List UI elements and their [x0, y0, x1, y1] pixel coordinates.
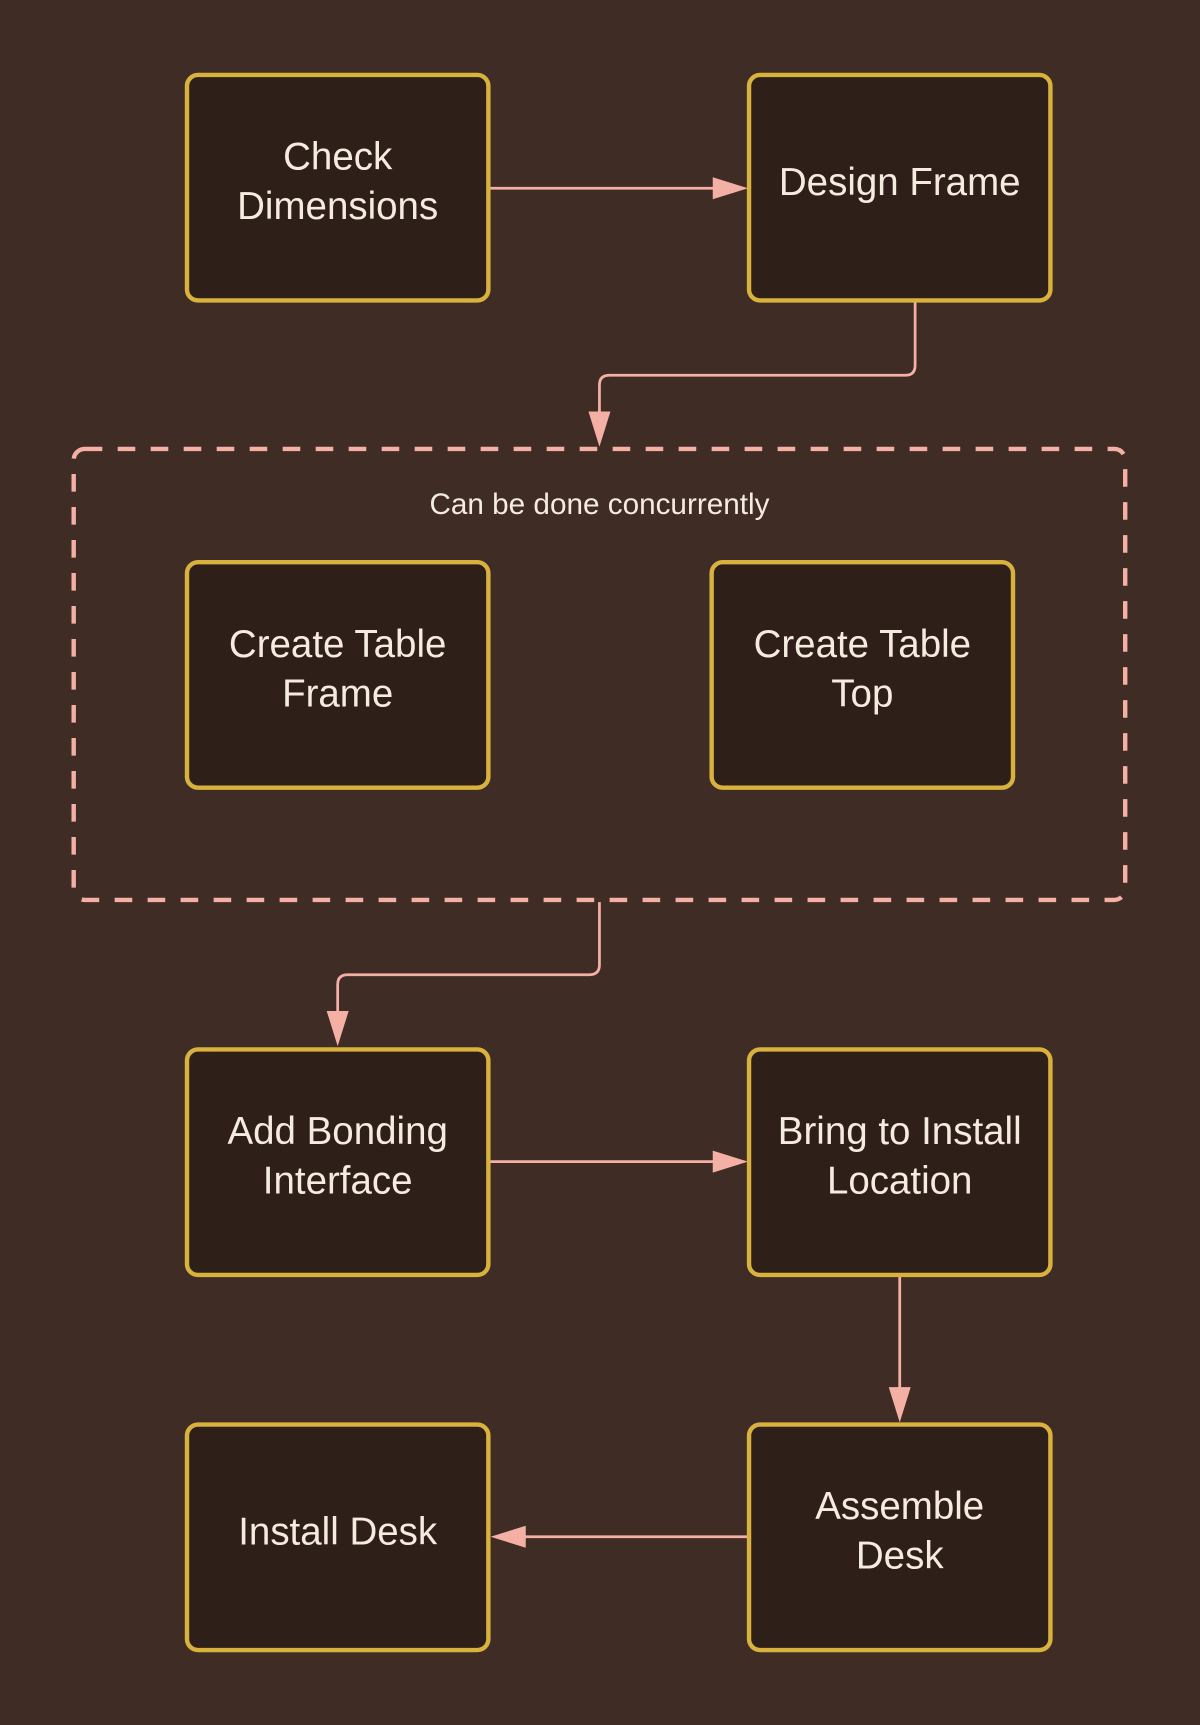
node-check-dimensions[interactable]: Check Dimensions: [184, 72, 491, 303]
node-label-line: Create Table: [229, 623, 447, 666]
group-concurrent-label: Can be done concurrently: [429, 488, 769, 521]
node-label-line: Frame: [282, 672, 393, 715]
node-label-line: Check: [283, 136, 393, 179]
node-label-line: Create Table: [754, 623, 972, 666]
node-bring-to-install-location[interactable]: Bring to Install Location: [746, 1047, 1053, 1278]
node-create-table-frame[interactable]: Create Table Frame: [184, 560, 491, 790]
node-label-line: Desk: [856, 1535, 944, 1578]
node-add-bonding-interface[interactable]: Add Bonding Interface: [184, 1047, 491, 1278]
node-label-line: Assemble: [815, 1485, 984, 1528]
node-label-line: Top: [831, 672, 893, 715]
node-label-line: Bring to Install: [778, 1110, 1022, 1153]
node-create-table-top[interactable]: Create Table Top: [709, 560, 1016, 790]
node-design-frame[interactable]: Design Frame: [746, 72, 1053, 303]
node-label-line: Design Frame: [779, 161, 1021, 204]
node-label-line: Add Bonding: [227, 1110, 447, 1153]
node-assemble-desk[interactable]: Assemble Desk: [746, 1422, 1053, 1653]
node-install-desk[interactable]: Install Desk: [184, 1422, 491, 1653]
node-label-line: Install Desk: [238, 1510, 438, 1553]
node-label-line: Location: [827, 1160, 973, 1203]
node-label-line: Interface: [263, 1160, 413, 1203]
flowchart-canvas: Can be done concurrently Check Dimension…: [0, 0, 1200, 1725]
node-label-line: Dimensions: [237, 185, 438, 228]
